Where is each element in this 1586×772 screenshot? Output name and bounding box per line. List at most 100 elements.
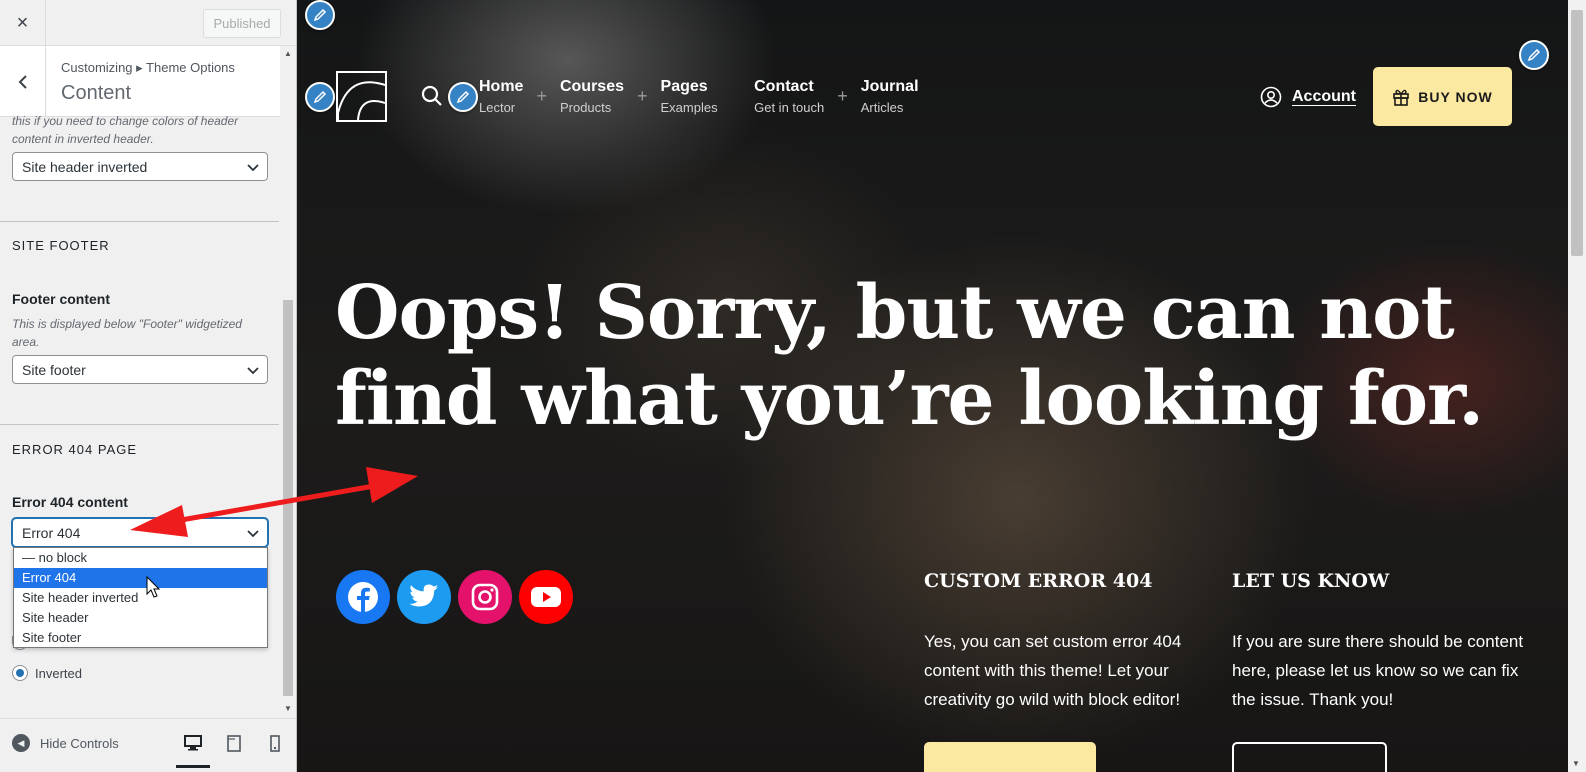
hide-controls-button[interactable]: ◀ Hide Controls [12,734,119,752]
footer-select-value: Site footer [22,361,86,378]
error-content-dropdown-list: — no block Error 404 Site header inverte… [13,547,268,648]
nav-item-label: Contact [754,78,814,95]
footer-content-description: This is displayed below "Footer" widgeti… [12,317,242,349]
chevron-left-icon [18,74,27,89]
dropdown-option[interactable]: — no block [14,548,267,568]
nav-item-home[interactable]: Home Lector [479,77,523,117]
preview-scrollbar[interactable]: ▼ [1568,0,1586,772]
edit-shortcut-button[interactable] [1519,40,1549,70]
nav-item-sublabel: Lector [479,100,516,115]
scroll-down-arrow-icon[interactable]: ▼ [1572,759,1580,768]
section-divider [0,221,279,222]
panel-title: Content [61,82,132,104]
back-button[interactable] [0,46,46,117]
preview-scroll-thumb[interactable] [1571,10,1583,256]
collapse-arrow-icon: ◀ [12,734,30,752]
nav-item-sublabel: Articles [860,100,904,115]
section-title-site-footer: SITE FOOTER [12,238,110,253]
youtube-link[interactable] [519,570,573,624]
dropdown-option[interactable]: Site header [14,608,267,628]
scroll-down-arrow-icon[interactable]: ▼ [284,704,292,713]
facebook-link[interactable] [336,570,390,624]
error-heading-line: Oops! Sorry, but we can not [335,270,1455,356]
nav-item-courses[interactable]: Courses Products [560,77,624,117]
breadcrumb: Customizing ▸ Theme Options [61,60,235,75]
secondary-cta-button[interactable] [1232,742,1387,772]
search-button[interactable] [421,85,443,112]
nav-item-pages[interactable]: Pages Examples [661,77,718,117]
footer-content-select[interactable]: Site footer [12,355,268,384]
desktop-icon [184,735,202,751]
account-label: Account [1292,88,1356,105]
close-customizer-button[interactable]: × [0,0,46,46]
hide-controls-label: Hide Controls [40,735,119,751]
nav-item-contact[interactable]: Contact Get in touch [754,77,824,117]
section-divider [0,424,279,425]
error-heading-line: find what you’re looking for. [335,356,1484,442]
dropdown-option[interactable]: Site header inverted [14,588,267,608]
let-us-know-text: If you are sure there should be content … [1232,632,1524,709]
nav-item-label: Home [479,78,524,95]
logo-mark-icon [337,81,386,121]
nav-item-journal[interactable]: Journal Articles [861,77,919,117]
let-us-know-title: LET US KNOW [1232,570,1390,592]
account-link[interactable]: Account [1260,86,1356,108]
site-preview: Home Lector + Courses Products + Pages E… [297,0,1586,772]
customizer-sidebar: × Published Customizing ▸ Theme Options … [0,0,297,772]
nav-separator-icon: + [837,86,848,106]
twitter-link[interactable] [397,570,451,624]
radio-inverted[interactable]: Inverted [12,665,82,681]
instagram-link[interactable] [458,570,512,624]
nav-separator-icon: + [637,86,648,106]
nav-item-sublabel: Examples [660,100,718,115]
instagram-icon [471,583,499,611]
pencil-icon [1527,48,1541,62]
youtube-icon [531,587,561,607]
header-select-value: Site header inverted [22,158,148,175]
edit-shortcut-button[interactable] [448,82,478,112]
nav-item-label: Courses [559,78,624,95]
main-navigation: Home Lector + Courses Products + Pages E… [479,77,919,117]
error-content-select[interactable]: Error 404 [12,518,268,547]
nav-separator-icon: + [536,86,547,106]
buy-now-label: BUY NOW [1418,88,1493,105]
gift-icon [1393,89,1410,106]
mobile-preview-button[interactable] [264,733,286,753]
chevron-down-icon [247,164,259,172]
dropdown-option-selected[interactable]: Error 404 [14,568,267,588]
footer-content-label: Footer content [12,291,110,307]
pencil-icon [456,90,470,104]
chevron-down-icon [247,530,259,538]
primary-cta-button[interactable] [924,742,1096,772]
scroll-up-arrow-icon[interactable]: ▲ [284,49,292,58]
dropdown-option[interactable]: Site footer [14,628,267,648]
radio-inverted-label: Inverted [35,665,82,681]
twitter-icon [409,584,438,607]
panel-header: Customizing ▸ Theme Options Content [0,46,280,117]
edit-shortcut-button[interactable] [305,82,335,112]
pencil-icon [313,90,327,104]
nav-item-label: Pages [660,78,708,95]
sidebar-scroll-thumb[interactable] [283,300,293,696]
header-content-description: this if you need to change colors of hea… [12,114,239,146]
social-links [336,570,580,624]
header-content-select[interactable]: Site header inverted [12,152,268,181]
published-button[interactable]: Published [203,9,281,38]
customizer-footer: ◀ Hide Controls [0,718,296,772]
edit-shortcut-button[interactable] [305,0,335,30]
site-logo[interactable] [336,71,387,122]
facebook-icon [348,582,378,612]
chevron-down-icon [247,367,259,375]
tablet-icon [227,734,241,752]
pencil-icon [313,8,327,22]
nav-item-sublabel: Get in touch [754,100,825,115]
desktop-preview-button[interactable] [176,733,210,768]
section-title-error-404: ERROR 404 PAGE [12,442,138,457]
error-select-value: Error 404 [22,524,81,541]
customizer-topbar: × Published [0,0,296,46]
search-icon [421,85,442,106]
tablet-preview-button[interactable] [223,733,245,753]
radio-checked-icon[interactable] [12,665,28,681]
error-heading: Oops! Sorry, but we can not find what yo… [335,270,1495,442]
buy-now-button[interactable]: BUY NOW [1373,67,1512,126]
